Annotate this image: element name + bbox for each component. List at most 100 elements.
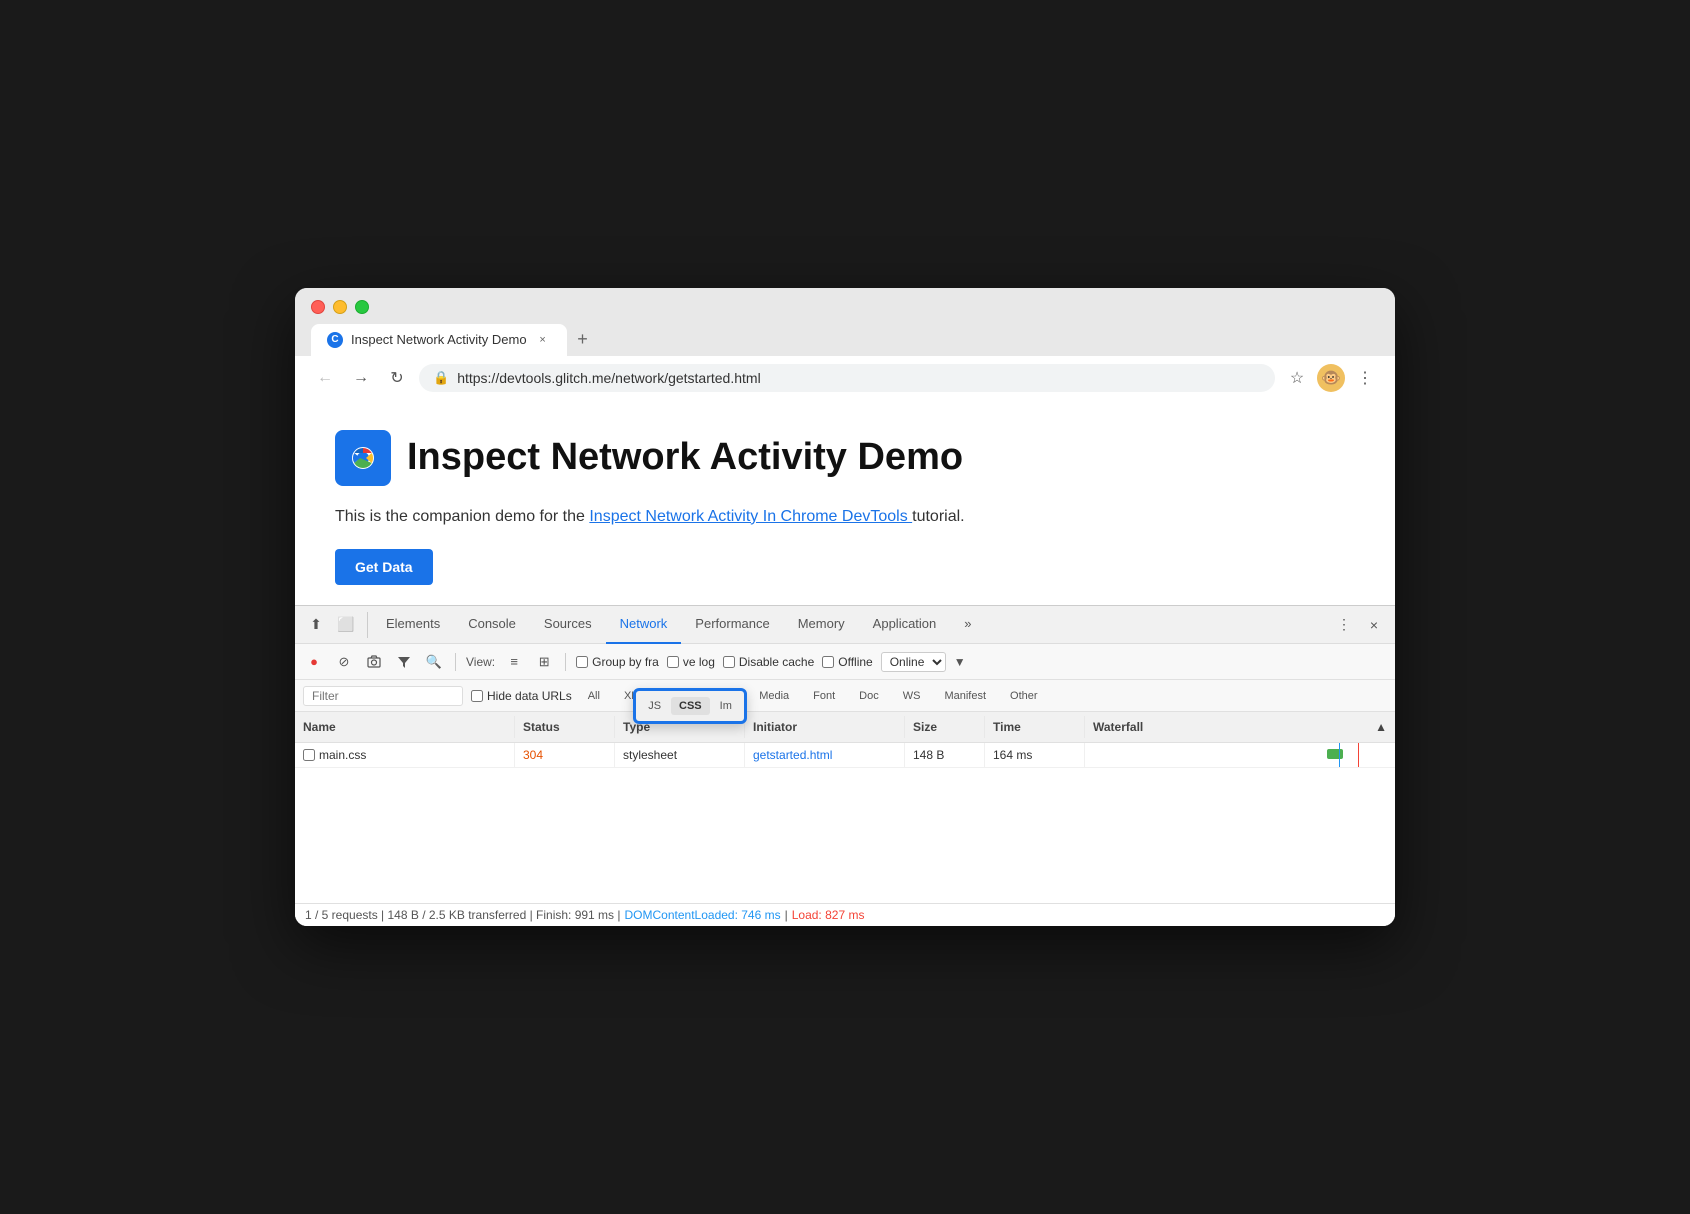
description-link[interactable]: Inspect Network Activity In Chrome DevTo… (589, 508, 912, 525)
back-button[interactable]: ← (311, 364, 339, 392)
device-icon[interactable]: ⬜ (333, 612, 359, 638)
status-separator: | (785, 908, 788, 922)
preserve-log-checkbox[interactable] (667, 656, 679, 668)
waterfall-blue-line (1339, 743, 1340, 767)
tab-memory[interactable]: Memory (784, 606, 859, 644)
filter-media[interactable]: Media (751, 689, 797, 703)
forward-button[interactable]: → (347, 364, 375, 392)
url-bar[interactable]: 🔒 https://devtools.glitch.me/network/get… (419, 364, 1275, 392)
close-button[interactable] (311, 300, 325, 314)
waterfall-red-line (1358, 743, 1359, 767)
row-initiator[interactable]: getstarted.html (745, 743, 905, 767)
hide-data-urls-checkbox[interactable] (471, 690, 483, 702)
tab-application-label: Application (873, 616, 937, 631)
row-checkbox[interactable] (303, 749, 315, 761)
tab-sources[interactable]: Sources (530, 606, 606, 644)
filter-icon (397, 655, 411, 669)
initiator-link[interactable]: getstarted.html (753, 748, 832, 762)
more-button[interactable]: ⋮ (1351, 364, 1379, 392)
col-header-time: Time (985, 716, 1085, 738)
filter-bar: Hide data URLs All XHR JS CSS Im Media F… (295, 680, 1395, 712)
waterfall-label: Waterfall (1093, 720, 1143, 734)
tab-sources-label: Sources (544, 616, 592, 631)
col-header-initiator[interactable]: Initiator (745, 716, 905, 738)
browser-tab[interactable]: C Inspect Network Activity Demo × (311, 324, 567, 356)
network-table: Name Status Type Initiator Size Time Wat… (295, 712, 1395, 903)
camera-icon (367, 655, 381, 669)
filter-type-popup: JS CSS Im (633, 688, 747, 724)
col-header-size: Size (905, 716, 985, 738)
disable-cache-checkbox[interactable] (723, 656, 735, 668)
filter-button[interactable] (393, 651, 415, 673)
search-button[interactable]: 🔍 (423, 651, 445, 673)
offline-checkbox[interactable] (822, 656, 834, 668)
row-status: 304 (515, 743, 615, 767)
record-button[interactable]: ● (303, 651, 325, 673)
col-header-name[interactable]: Name (295, 716, 515, 738)
preserve-log: ve log (667, 655, 715, 669)
tab-close-button[interactable]: × (535, 332, 551, 348)
tab-network[interactable]: Network (606, 606, 682, 644)
filter-input[interactable] (303, 686, 463, 706)
devtools-more-icon[interactable]: ⋮ (1331, 612, 1357, 638)
table-header: Name Status Type Initiator Size Time Wat… (295, 712, 1395, 743)
row-type: stylesheet (615, 743, 745, 767)
page-heading: Inspect Network Activity Demo (407, 436, 963, 479)
tab-network-label: Network (620, 616, 668, 631)
network-toolbar: ● ⊘ 🔍 View: ≡ ⊞ Group by fra (295, 644, 1395, 680)
group-by-frame: Group by fra (576, 655, 659, 669)
tab-console[interactable]: Console (454, 606, 530, 644)
url-host: devtools.glitch.me (499, 370, 611, 386)
maximize-button[interactable] (355, 300, 369, 314)
tab-favicon: C (327, 332, 343, 348)
filter-manifest[interactable]: Manifest (936, 689, 994, 703)
filter-ws[interactable]: WS (895, 689, 929, 703)
address-bar: ← → ↻ 🔒 https://devtools.glitch.me/netwo… (295, 356, 1395, 400)
devtools-icons: ⬆ ⬜ (303, 612, 368, 638)
col-header-status[interactable]: Status (515, 716, 615, 738)
col-header-waterfall[interactable]: Waterfall ▲ (1085, 716, 1395, 738)
offline-toggle: Offline (822, 655, 872, 669)
filter-font[interactable]: Font (805, 689, 843, 703)
popup-filter-css[interactable]: CSS (671, 697, 710, 715)
filter-other[interactable]: Other (1002, 689, 1046, 703)
url-path: /network/getstarted.html (611, 370, 760, 386)
reload-button[interactable]: ↻ (383, 364, 411, 392)
camera-button[interactable] (363, 651, 385, 673)
tab-memory-label: Memory (798, 616, 845, 631)
dropdown-arrow: ▼ (954, 655, 966, 669)
sort-icon: ▲ (1375, 720, 1387, 734)
devtools-tabs: Elements Console Sources Network Perform… (372, 606, 986, 644)
throttle-select[interactable]: Online (881, 652, 946, 672)
profile-avatar[interactable]: 🐵 (1317, 364, 1345, 392)
table-row[interactable]: main.css 304 stylesheet getstarted.html … (295, 743, 1395, 768)
devtools-panel: ⬆ ⬜ Elements Console Sources Network Per… (295, 605, 1395, 926)
popup-filter-img[interactable]: Im (712, 697, 740, 715)
filter-all[interactable]: All (580, 689, 608, 703)
tree-view-button[interactable]: ⊞ (533, 651, 555, 673)
tab-application[interactable]: Application (859, 606, 951, 644)
group-by-frame-checkbox[interactable] (576, 656, 588, 668)
clear-button[interactable]: ⊘ (333, 651, 355, 673)
chrome-logo-svg (345, 440, 381, 476)
browser-window: C Inspect Network Activity Demo × + ← → … (295, 288, 1395, 927)
list-view-button[interactable]: ≡ (503, 651, 525, 673)
toolbar-divider (455, 653, 456, 671)
tab-performance-label: Performance (695, 616, 769, 631)
network-panel: ● ⊘ 🔍 View: ≡ ⊞ Group by fra (295, 644, 1395, 926)
chrome-logo (335, 430, 391, 486)
dom-content-loaded: DOMContentLoaded: 746 ms (625, 908, 781, 922)
tab-performance[interactable]: Performance (681, 606, 783, 644)
tab-more[interactable]: » (950, 606, 985, 644)
get-data-button[interactable]: Get Data (335, 549, 433, 585)
popup-filter-js[interactable]: JS (640, 697, 669, 715)
tab-more-label: » (964, 616, 971, 631)
devtools-close-icon[interactable]: × (1361, 612, 1387, 638)
devtools-right-actions: ⋮ × (1331, 612, 1387, 638)
bookmark-button[interactable]: ☆ (1283, 364, 1311, 392)
new-tab-button[interactable]: + (569, 326, 597, 354)
tab-elements[interactable]: Elements (372, 606, 454, 644)
cursor-icon[interactable]: ⬆ (303, 612, 329, 638)
minimize-button[interactable] (333, 300, 347, 314)
filter-doc[interactable]: Doc (851, 689, 887, 703)
